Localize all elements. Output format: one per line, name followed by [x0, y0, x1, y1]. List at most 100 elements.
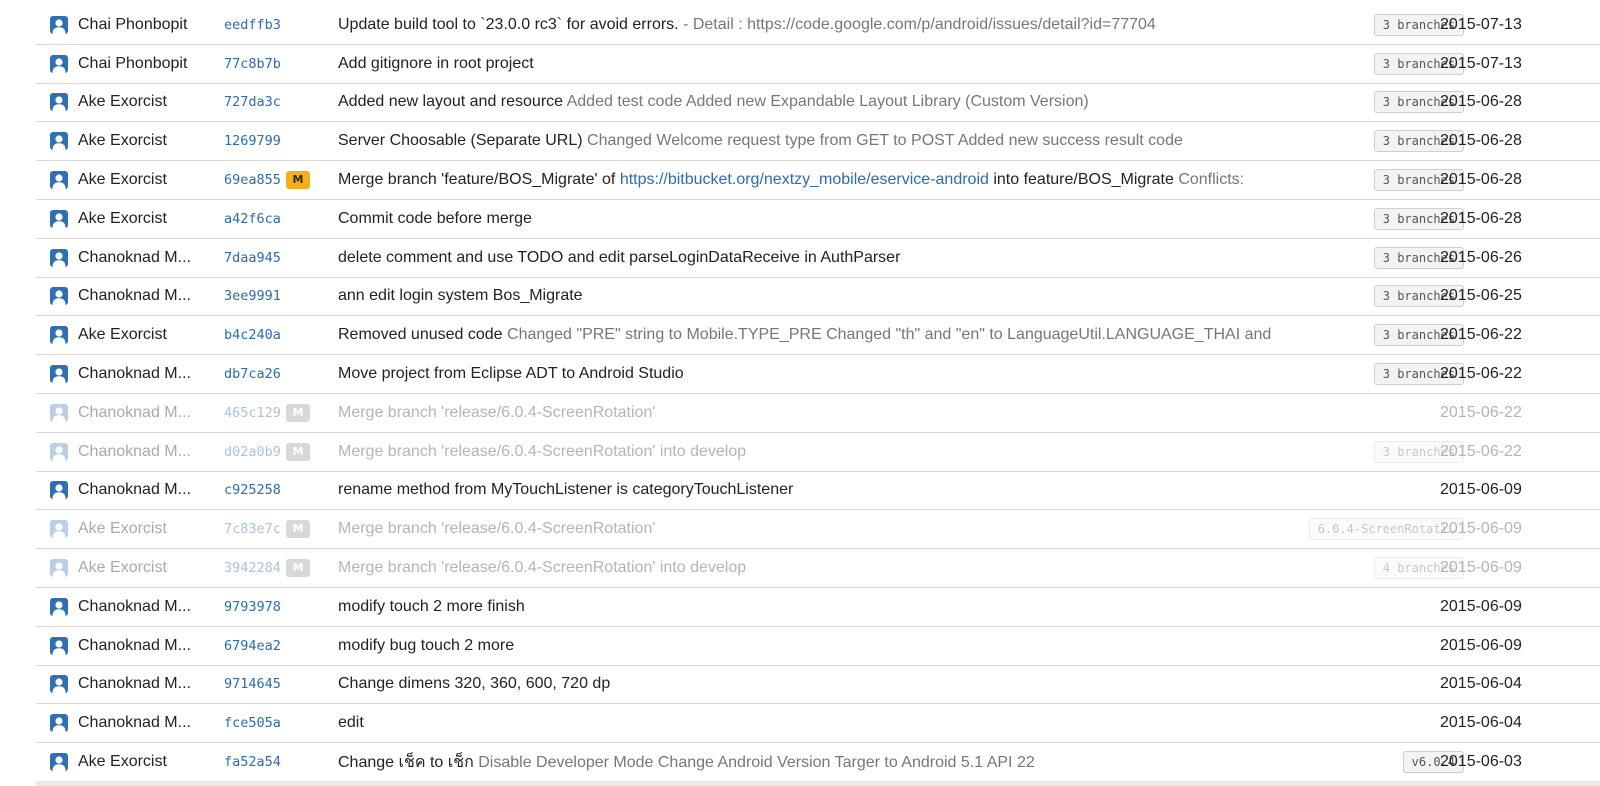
commit-date: 2015-07-13 [1440, 15, 1522, 33]
user-avatar-icon[interactable] [50, 93, 68, 112]
user-avatar-icon[interactable] [50, 209, 68, 228]
user-avatar-icon[interactable] [50, 171, 68, 190]
user-avatar-icon[interactable] [50, 287, 68, 306]
commit-message[interactable]: Added new layout and resource Added test… [338, 93, 1288, 111]
commit-hash-link[interactable]: 9714645 [224, 676, 281, 692]
commit-message[interactable]: Change dimens 320, 360, 600, 720 dp [338, 675, 1288, 693]
commit-hash-link[interactable]: 7c83e7c [224, 521, 281, 537]
commit-author: Ake Exorcist [78, 132, 167, 150]
commit-message[interactable]: edit [338, 714, 1288, 732]
commit-row[interactable]: Ake Exorcist 3942284 M Merge branch 'releas… [36, 549, 1600, 588]
commit-message[interactable]: Add gitignore in root project [338, 55, 1288, 73]
commit-hash-link[interactable]: fce505a [224, 715, 281, 731]
commit-message[interactable]: Merge branch 'release/6.0.4-ScreenRotati… [338, 404, 1288, 422]
commit-message[interactable]: Move project from Eclipse ADT to Android… [338, 365, 1288, 383]
commit-row[interactable]: Chanoknad M... 465c129 M Merge branch 'rele… [36, 394, 1600, 433]
commit-row[interactable]: Chanoknad M... 9714645 Change dimens 320, … [36, 666, 1600, 705]
commit-date: 2015-06-28 [1440, 171, 1522, 189]
commit-message[interactable]: Change เช็ค to เช็ก Disable Developer Mo… [338, 750, 1288, 775]
commit-message[interactable]: Update build tool to `23.0.0 rc3` for av… [338, 16, 1288, 34]
commit-message[interactable]: Removed unused code Changed "PRE" string… [338, 326, 1288, 344]
commit-author: Chai Phonbopit [78, 15, 188, 33]
commit-row[interactable]: Chanoknad M... fce505a edit 2015-06-04 [36, 704, 1600, 744]
user-avatar-icon[interactable] [50, 248, 68, 267]
commit-hash-link[interactable]: eedffb3 [224, 17, 281, 33]
user-avatar-icon[interactable] [50, 365, 68, 384]
commit-hash-link[interactable]: 727da3c [224, 94, 281, 110]
user-avatar-icon[interactable] [50, 753, 68, 772]
commit-row[interactable]: Ake Exorcist 7c83e7c M Merge branch 'releas… [36, 510, 1600, 550]
commit-message-summary: edit [338, 714, 364, 732]
repository-link[interactable]: https://bitbucket.org/nextzy_mobile/eser… [620, 171, 989, 188]
commit-message[interactable]: Merge branch 'feature/BOS_Migrate' of ht… [338, 171, 1288, 189]
user-avatar-icon[interactable] [50, 54, 68, 73]
commit-row[interactable]: Ake Exorcist 69ea855 M Merge branch 'featur… [36, 161, 1600, 200]
commit-message-summary: Add gitignore in root project [338, 54, 534, 72]
commit-hash-link[interactable]: 3ee9991 [224, 288, 281, 304]
commit-message[interactable]: Merge branch 'release/6.0.4-ScreenRotati… [338, 520, 1288, 538]
commit-hash-link[interactable]: a42f6ca [224, 211, 281, 227]
user-avatar-icon[interactable] [50, 15, 68, 34]
commit-row[interactable]: Ake Exorcist fa52a54 Change เช็ค to เช็ก D… [36, 743, 1600, 786]
user-avatar-icon[interactable] [50, 675, 68, 694]
commit-hash-link[interactable]: 7daa945 [224, 250, 281, 266]
commit-date: 2015-06-09 [1440, 481, 1522, 499]
commit-row[interactable]: Chanoknad M... 3ee9991 ann edit login syst… [36, 278, 1600, 317]
commit-date: 2015-06-09 [1440, 559, 1522, 577]
commit-hash-link[interactable]: 69ea855 [224, 172, 281, 188]
commit-row[interactable]: Chanoknad M... 7daa945 delete comment and … [36, 239, 1600, 278]
user-avatar-icon[interactable] [50, 559, 68, 578]
user-avatar-icon[interactable] [50, 132, 68, 151]
user-avatar-icon[interactable] [50, 403, 68, 422]
commit-row[interactable]: Chanoknad M... c925258 rename method from … [36, 472, 1600, 511]
commit-message[interactable]: modify bug touch 2 more [338, 637, 1288, 655]
commit-message[interactable]: Merge branch 'release/6.0.4-ScreenRotati… [338, 559, 1288, 577]
commit-row[interactable]: Ake Exorcist 1269799 Server Choosable (Sep… [36, 122, 1600, 162]
user-avatar-icon[interactable] [50, 520, 68, 539]
commit-date: 2015-07-13 [1440, 54, 1522, 72]
commit-message[interactable]: Merge branch 'release/6.0.4-ScreenRotati… [338, 443, 1288, 461]
commit-message[interactable]: modify touch 2 more finish [338, 598, 1288, 616]
commit-hash-link[interactable]: 1269799 [224, 133, 281, 149]
commit-hash-link[interactable]: db7ca26 [224, 366, 281, 382]
merge-badge: M [286, 171, 310, 190]
user-avatar-icon[interactable] [50, 481, 68, 500]
commit-date: 2015-06-22 [1440, 442, 1522, 460]
commit-row[interactable]: Chai Phonbopit 77c8b7b Add gitignore in ro… [36, 45, 1600, 84]
commit-message[interactable]: delete comment and use TODO and edit par… [338, 249, 1288, 267]
user-avatar-icon[interactable] [50, 597, 68, 616]
commit-hash-link[interactable]: c925258 [224, 482, 281, 498]
commit-message[interactable]: Commit code before merge [338, 210, 1288, 228]
commit-hash-link[interactable]: 77c8b7b [224, 56, 281, 72]
user-avatar-icon[interactable] [50, 326, 68, 345]
commit-hash-link[interactable]: fa52a54 [224, 754, 281, 770]
commit-row[interactable]: Chanoknad M... d02a0b9 M Merge branch 'rele… [36, 433, 1600, 472]
commit-hash-link[interactable]: 3942284 [224, 560, 281, 576]
commit-message[interactable]: rename method from MyTouchListener is ca… [338, 481, 1288, 499]
commit-row[interactable]: Chai Phonbopit eedffb3 Update build tool t… [36, 6, 1600, 45]
commit-message-summary: Merge branch 'release/6.0.4-ScreenRotati… [338, 403, 656, 421]
commit-row[interactable]: Chanoknad M... db7ca26 Move project from E… [36, 355, 1600, 394]
commit-hash-link[interactable]: 9793978 [224, 599, 281, 615]
commit-row[interactable]: Ake Exorcist b4c240a Removed unused code C… [36, 316, 1600, 356]
commit-author: Ake Exorcist [78, 753, 167, 771]
commit-row[interactable]: Chanoknad M... 6794ea2 modify bug touch 2 … [36, 627, 1600, 666]
commit-date: 2015-06-09 [1440, 520, 1522, 538]
user-avatar-icon[interactable] [50, 636, 68, 655]
commit-date: 2015-06-26 [1440, 248, 1522, 266]
commit-message-detail: Changed Welcome request type from GET to… [582, 132, 1183, 150]
commit-row[interactable]: Ake Exorcist 727da3c Added new layout and … [36, 84, 1600, 123]
commit-message[interactable]: ann edit login system Bos_Migrate [338, 287, 1288, 305]
user-avatar-icon[interactable] [50, 714, 68, 733]
commit-hash-link[interactable]: d02a0b9 [224, 444, 281, 460]
commit-message[interactable]: Server Choosable (Separate URL) Changed … [338, 132, 1288, 150]
commit-hash-link[interactable]: 465c129 [224, 405, 281, 421]
commit-date: 2015-06-09 [1440, 636, 1522, 654]
commit-author: Chanoknad M... [78, 481, 191, 499]
commit-hash-link[interactable]: 6794ea2 [224, 638, 281, 654]
commit-message-detail: Disable Developer Mode Change Android Ve… [473, 753, 1035, 771]
commit-row[interactable]: Chanoknad M... 9793978 modify touch 2 more… [36, 588, 1600, 627]
commit-hash-link[interactable]: b4c240a [224, 327, 281, 343]
user-avatar-icon[interactable] [50, 442, 68, 461]
commit-row[interactable]: Ake Exorcist a42f6ca Commit code before me… [36, 200, 1600, 239]
